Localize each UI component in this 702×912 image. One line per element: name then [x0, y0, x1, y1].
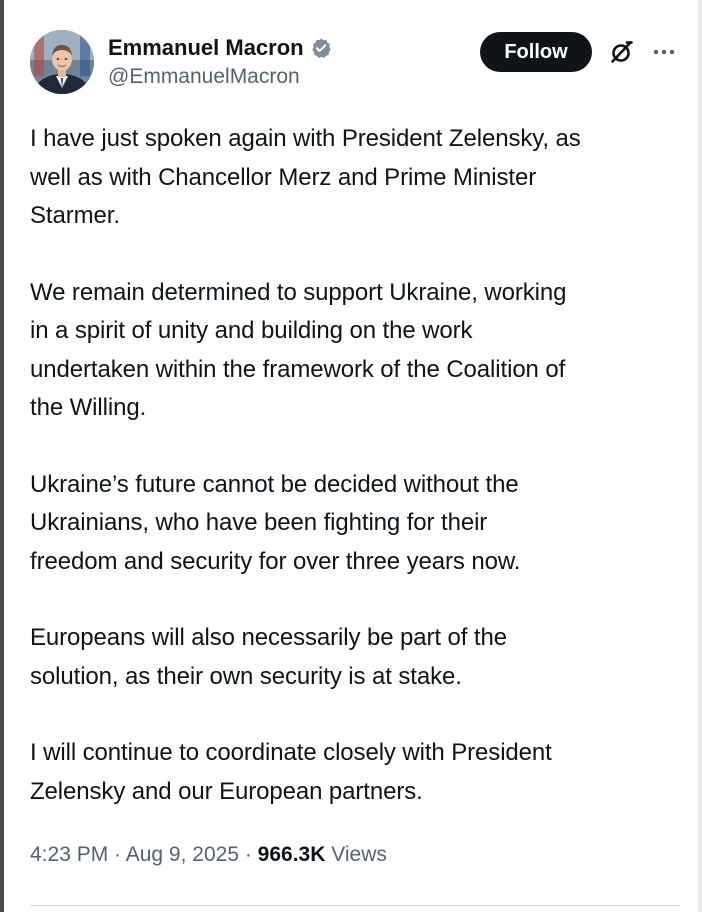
- views-label: Views: [325, 843, 387, 866]
- more-horizontal-icon[interactable]: [648, 36, 680, 68]
- follow-button[interactable]: Follow: [480, 32, 592, 72]
- tweet-text: I have just spoken again with President …: [30, 120, 680, 811]
- tweet-paragraph: We remain determined to support Ukraine,…: [30, 278, 567, 422]
- tweet-paragraph: Europeans will also necessarily be part …: [30, 624, 507, 690]
- tweet-paragraph: Ukraine’s future cannot be decided witho…: [30, 470, 521, 575]
- tweet-paragraph: I will continue to coordinate closely wi…: [30, 739, 552, 805]
- grok-icon[interactable]: [606, 36, 638, 68]
- meta-separator: ·: [239, 843, 258, 866]
- author-block: Emmanuel Macron @EmmanuelMacron: [108, 32, 332, 89]
- tweet-paragraph: I have just spoken again with President …: [30, 125, 581, 229]
- tweet-time[interactable]: 4:23 PM: [30, 843, 108, 866]
- tweet-metadata: 4:23 PM · Aug 9, 2025 · 966.3K Views: [30, 843, 387, 867]
- verified-badge-icon[interactable]: [310, 37, 332, 59]
- display-name[interactable]: Emmanuel Macron: [108, 35, 304, 61]
- name-row: Emmanuel Macron: [108, 32, 332, 64]
- tweet-header: Emmanuel Macron @EmmanuelMacron Follow: [30, 28, 680, 108]
- tweet-date[interactable]: Aug 9, 2025: [126, 843, 239, 866]
- tweet: Emmanuel Macron @EmmanuelMacron Follow I…: [30, 28, 680, 866]
- meta-separator: ·: [108, 843, 126, 866]
- handle[interactable]: @EmmanuelMacron: [108, 65, 332, 89]
- divider: [30, 905, 680, 906]
- views-count[interactable]: 966.3K: [258, 843, 326, 866]
- window-right-edge: [698, 0, 702, 912]
- avatar[interactable]: [30, 30, 94, 94]
- window-left-edge: [0, 0, 4, 912]
- avatar-image: [30, 30, 94, 94]
